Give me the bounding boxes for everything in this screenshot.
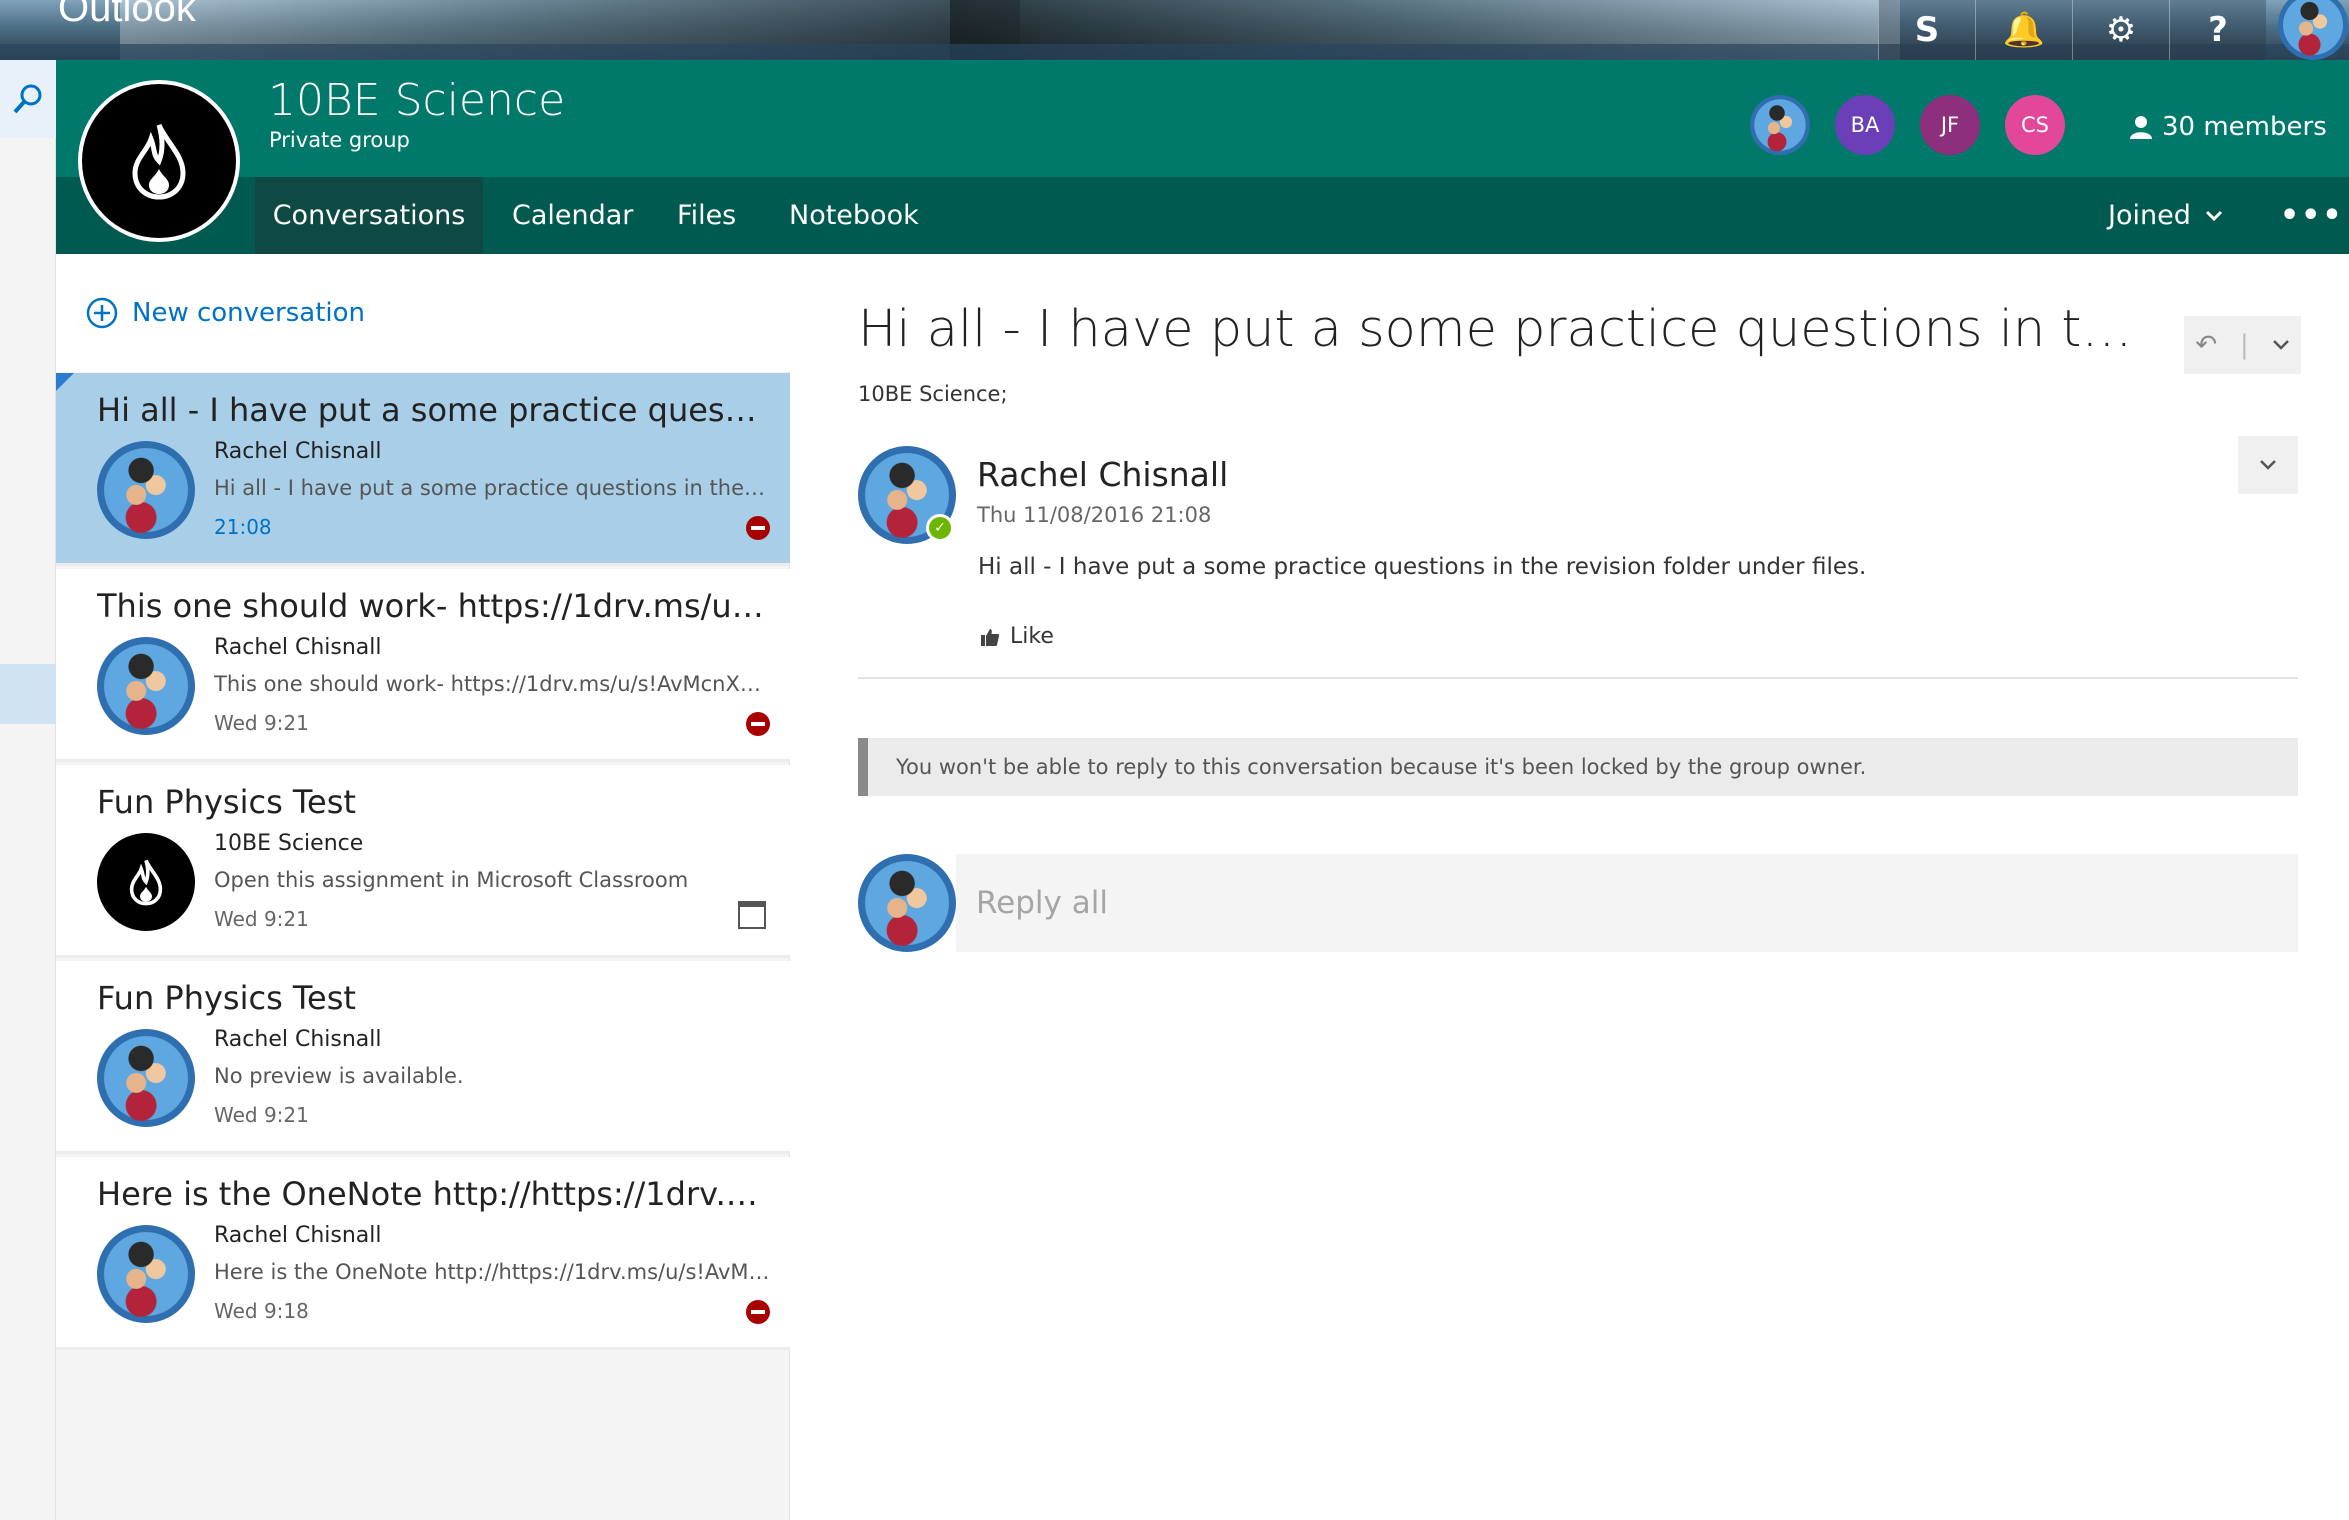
- avatar: [858, 854, 956, 952]
- chevron-down-icon: [2260, 460, 2276, 470]
- conversation-subject: Fun Physics Test: [97, 979, 356, 1017]
- like-button[interactable]: Like: [980, 624, 1054, 649]
- new-conversation-button[interactable]: New conversation: [56, 254, 790, 372]
- add-circle-icon: [86, 297, 118, 329]
- app-title[interactable]: Outlook: [58, 0, 196, 31]
- conversation-item[interactable]: This one should work- https://1drv.ms/u/…: [56, 569, 790, 762]
- conversation-time: Wed 9:21: [214, 711, 309, 735]
- gear-icon[interactable]: ⚙: [2072, 0, 2169, 60]
- locked-notice: You won't be able to reply to this conve…: [858, 738, 2298, 796]
- tab-conversations[interactable]: Conversations: [255, 177, 483, 254]
- chevron-down-icon[interactable]: [2272, 339, 2290, 351]
- conversation-time: Wed 9:18: [214, 1299, 309, 1323]
- skype-icon[interactable]: S: [1878, 0, 1975, 60]
- conversation-subject: This one should work- https://1drv.ms/u/…: [97, 587, 767, 625]
- reading-subject: Hi all - I have put a some practice ques…: [858, 300, 2158, 359]
- locked-icon: [746, 1300, 770, 1324]
- avatar: [97, 441, 195, 539]
- reply-all-icon[interactable]: ↶: [2195, 330, 2217, 360]
- reply-all-input[interactable]: Reply all: [956, 854, 2298, 952]
- sender-avatar: ✓: [858, 446, 956, 544]
- conversation-preview: Hi all - I have put a some practice ques…: [214, 476, 770, 500]
- members-count: 30 members: [2162, 112, 2327, 142]
- conversation-preview: Open this assignment in Microsoft Classr…: [214, 868, 689, 892]
- rail-selected-item[interactable]: [0, 664, 56, 724]
- conversation-sender: 10BE Science: [214, 831, 364, 856]
- tab-files[interactable]: Files: [677, 177, 736, 254]
- conversation-sender: Rachel Chisnall: [214, 1223, 382, 1248]
- conversation-sender: Rachel Chisnall: [214, 439, 382, 464]
- members-button[interactable]: 30 members: [2130, 112, 2327, 142]
- conversation-time: 21:08: [214, 515, 272, 539]
- top-banner: Outlook S 🔔 ⚙ ?: [0, 0, 2349, 60]
- group-name: 10BE Science: [268, 75, 566, 126]
- member-avatar-jf[interactable]: JF: [1920, 95, 1980, 155]
- conversation-subject: Here is the OneNote http://https://1drv.…: [97, 1175, 767, 1213]
- message-expand-button[interactable]: [2238, 436, 2298, 494]
- group-avatar: [97, 833, 195, 931]
- conversation-item[interactable]: Fun Physics Test 10BE Science Open this …: [56, 765, 790, 958]
- group-logo: [78, 80, 240, 242]
- conversation-sender: Rachel Chisnall: [214, 635, 382, 660]
- flame-icon: [132, 123, 186, 200]
- locked-icon: [746, 516, 770, 540]
- left-rail: [0, 60, 56, 1520]
- search-icon[interactable]: [0, 60, 56, 138]
- thumbs-up-icon: [981, 628, 1000, 646]
- group-privacy: Private group: [269, 128, 410, 152]
- conversation-item[interactable]: Here is the OneNote http://https://1drv.…: [56, 1157, 790, 1350]
- joined-label: Joined: [2108, 200, 2191, 231]
- calendar-icon: [738, 901, 766, 929]
- member-avatar-ba[interactable]: BA: [1835, 95, 1895, 155]
- member-avatar-photo[interactable]: [1750, 95, 1810, 155]
- help-icon[interactable]: ?: [2169, 0, 2266, 60]
- separator: |: [2240, 330, 2249, 360]
- chevron-down-icon: [2205, 210, 2222, 221]
- conversation-preview: Here is the OneNote http://https://1drv.…: [214, 1260, 770, 1284]
- conversation-time: Wed 9:21: [214, 1103, 309, 1127]
- divider: [858, 677, 2298, 679]
- flame-icon: [129, 859, 163, 906]
- conversation-preview: No preview is available.: [214, 1064, 464, 1088]
- message-sender[interactable]: Rachel Chisnall: [977, 455, 1228, 494]
- message-date: Thu 11/08/2016 21:08: [977, 503, 1212, 527]
- like-label: Like: [1010, 624, 1054, 649]
- tab-notebook[interactable]: Notebook: [789, 177, 919, 254]
- presence-available-icon: ✓: [926, 514, 954, 542]
- conversation-subject: Hi all - I have put a some practice ques…: [97, 391, 767, 429]
- conversation-item[interactable]: Hi all - I have put a some practice ques…: [56, 373, 790, 566]
- conversation-preview: This one should work- https://1drv.ms/u/…: [214, 672, 770, 696]
- locked-icon: [746, 712, 770, 736]
- recipients: 10BE Science;: [858, 382, 1008, 406]
- avatar: [97, 1225, 195, 1323]
- avatar: [97, 637, 195, 735]
- message-body: Hi all - I have put a some practice ques…: [978, 554, 1867, 580]
- tab-calendar[interactable]: Calendar: [512, 177, 633, 254]
- conversation-time: Wed 9:21: [214, 907, 309, 931]
- avatar: [97, 1029, 195, 1127]
- new-conversation-label: New conversation: [132, 298, 366, 328]
- conversation-item[interactable]: Fun Physics Test Rachel Chisnall No prev…: [56, 961, 790, 1154]
- conversation-sender: Rachel Chisnall: [214, 1027, 382, 1052]
- member-avatar-cs[interactable]: CS: [2005, 95, 2065, 155]
- person-icon: [2130, 116, 2152, 139]
- bell-icon[interactable]: 🔔: [1975, 0, 2072, 60]
- joined-dropdown[interactable]: Joined: [2108, 177, 2223, 254]
- conversation-subject: Fun Physics Test: [97, 783, 356, 821]
- more-options-button[interactable]: •••: [2280, 177, 2344, 254]
- reply-actions[interactable]: ↶ |: [2184, 316, 2301, 374]
